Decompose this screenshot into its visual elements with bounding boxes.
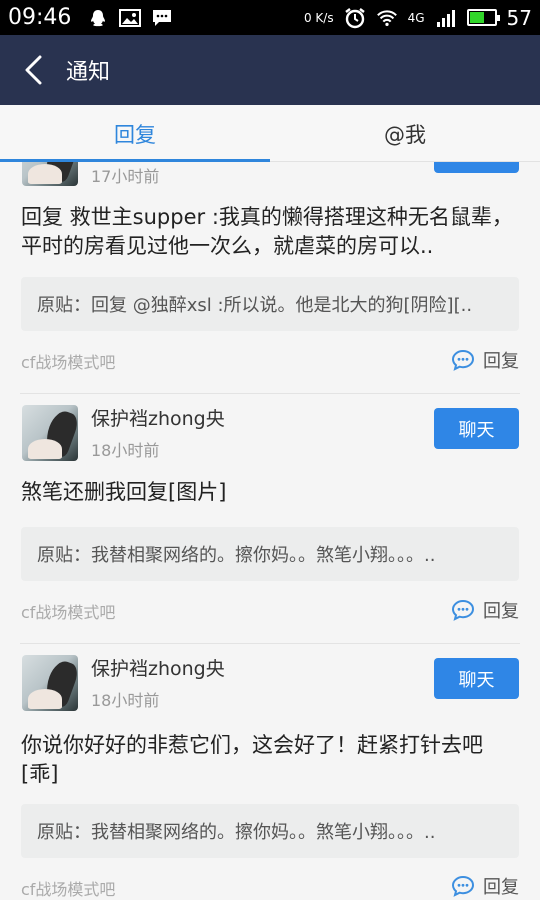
avatar[interactable]: [22, 405, 78, 461]
battery-icon: [466, 9, 500, 26]
original-post-quote[interactable]: 原贴：我替相聚网络的。擦你妈。。煞笔小翔。。。..: [21, 804, 519, 858]
comment-icon: [451, 875, 475, 897]
tab-bar: 回复 @我: [0, 105, 540, 163]
forum-name[interactable]: cf战场模式吧: [21, 349, 115, 373]
message-icon: [151, 8, 173, 28]
comment-icon: [451, 349, 475, 371]
chat-button[interactable]: 聊天: [434, 408, 519, 449]
reply-button[interactable]: 回复: [451, 347, 519, 373]
list-item: 17小时前 回复 救世主supper :我真的懒得搭理这种无名鼠辈，平时的房看见…: [0, 162, 540, 393]
wifi-icon: [376, 8, 398, 28]
comment-icon: [451, 599, 475, 621]
original-post-quote[interactable]: 原贴：回复 @独醉xsl :所以说。他是北大的狗[阴险][..: [21, 277, 519, 331]
reply-button[interactable]: 回复: [451, 597, 519, 623]
username[interactable]: 保护裆zhong央: [91, 404, 225, 431]
image-icon: [119, 8, 142, 28]
navigation-bar: 通知: [0, 35, 540, 105]
alarm-icon: [344, 7, 366, 28]
post-time: 18小时前: [91, 441, 160, 460]
reply-label: 回复: [483, 877, 519, 898]
reply-content[interactable]: 回复 救世主supper :我真的懒得搭理这种无名鼠辈，平时的房看见过他一次么，…: [21, 203, 520, 261]
reply-label: 回复: [483, 601, 519, 622]
username[interactable]: 保护裆zhong央: [91, 654, 225, 681]
reply-label: 回复: [483, 351, 519, 372]
status-time: 09:46: [8, 5, 72, 30]
signal-icon: [435, 8, 457, 28]
list-item: 保护裆zhong央 18小时前 聊天 你说你好好的非惹它们，这会好了！赶紧打针去…: [0, 644, 540, 900]
chat-button[interactable]: 聊天: [434, 658, 519, 699]
avatar[interactable]: [22, 655, 78, 711]
qq-icon: [87, 8, 109, 28]
forum-name[interactable]: cf战场模式吧: [21, 599, 115, 623]
reply-content[interactable]: 你说你好好的非惹它们，这会好了！赶紧打针去吧[乖]: [21, 731, 520, 789]
notification-list[interactable]: 17小时前 回复 救世主supper :我真的懒得搭理这种无名鼠辈，平时的房看见…: [0, 162, 540, 900]
tab-mentions[interactable]: @我: [270, 105, 540, 162]
post-time: 17小时前: [91, 167, 160, 186]
original-post-quote[interactable]: 原贴：我替相聚网络的。擦你妈。。煞笔小翔。。。..: [21, 527, 519, 581]
list-item: 保护裆zhong央 18小时前 聊天 煞笔还删我回复[图片] 原贴：我替相聚网络…: [0, 394, 540, 643]
reply-content[interactable]: 煞笔还删我回复[图片]: [21, 478, 520, 507]
avatar[interactable]: [22, 162, 78, 186]
post-time: 18小时前: [91, 691, 160, 710]
network-type: 4G: [407, 10, 425, 25]
net-speed: 0 K/s: [303, 10, 334, 25]
chat-button[interactable]: [434, 162, 519, 173]
tab-replies[interactable]: 回复: [0, 105, 270, 163]
back-button[interactable]: [0, 35, 66, 105]
chevron-left-icon: [25, 55, 42, 85]
status-bar: 09:46 0 K/s 4G 57: [0, 0, 540, 35]
page-title: 通知: [66, 60, 111, 85]
battery-level: 57: [506, 5, 532, 30]
reply-button[interactable]: 回复: [451, 873, 519, 899]
forum-name[interactable]: cf战场模式吧: [21, 876, 115, 900]
